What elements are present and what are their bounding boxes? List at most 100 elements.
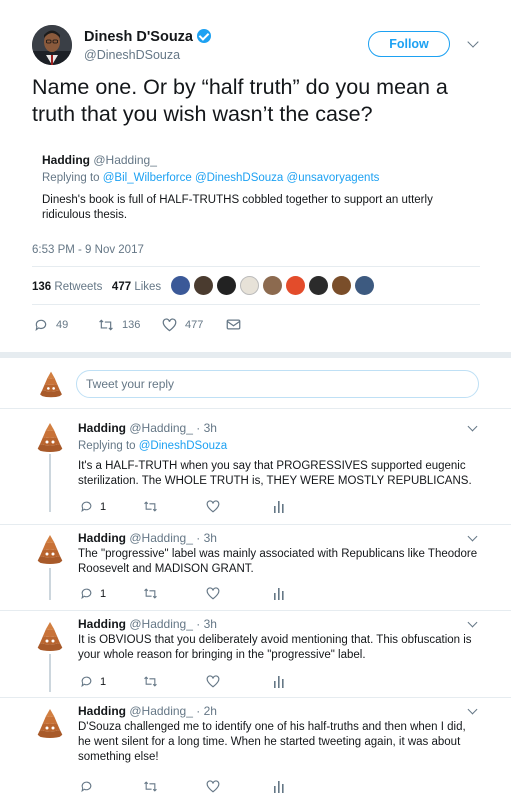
tweet-timestamp[interactable]: 6:53 PM - 9 Nov 2017 bbox=[32, 244, 144, 256]
reply-avatar[interactable] bbox=[33, 532, 67, 566]
author-name[interactable]: Dinesh D'Souza bbox=[84, 29, 211, 45]
replying-to-link[interactable]: @DineshDSouza bbox=[139, 440, 227, 452]
retweet-icon bbox=[99, 319, 113, 331]
reply-time[interactable]: · 3h bbox=[196, 531, 217, 545]
reply-action[interactable]: 1 bbox=[80, 587, 106, 600]
follow-button[interactable]: Follow bbox=[368, 31, 450, 57]
author-handle[interactable]: @DineshDSouza bbox=[84, 48, 180, 62]
reply-author-name[interactable]: Hadding bbox=[78, 704, 126, 718]
pile-icon bbox=[37, 423, 63, 452]
quoted-author-name[interactable]: Hadding bbox=[42, 153, 90, 167]
like-heart-icon[interactable] bbox=[206, 500, 220, 513]
divider bbox=[0, 408, 511, 409]
retweets-label[interactable]: Retweets bbox=[54, 281, 102, 293]
divider bbox=[0, 524, 511, 525]
reply-action[interactable] bbox=[80, 780, 100, 793]
liker-avatar[interactable] bbox=[240, 276, 259, 295]
reply-avatar[interactable] bbox=[33, 420, 67, 454]
reply-time[interactable]: · 2h bbox=[196, 704, 217, 718]
chevron-down-icon[interactable] bbox=[467, 421, 478, 432]
analytics-icon[interactable] bbox=[273, 675, 285, 688]
chevron-down-icon[interactable] bbox=[467, 704, 478, 715]
reply-avatar[interactable] bbox=[33, 706, 67, 740]
tweet-reply-input[interactable] bbox=[76, 370, 479, 398]
divider bbox=[32, 266, 480, 267]
tweet-stats: 136 Retweets 477 Likes bbox=[32, 281, 161, 293]
reply-count: 1 bbox=[100, 587, 107, 600]
chevron-down-icon[interactable] bbox=[467, 531, 478, 542]
like-heart-icon[interactable] bbox=[206, 587, 220, 600]
retweet-count: 136 bbox=[122, 319, 141, 331]
liker-avatar[interactable] bbox=[309, 276, 328, 295]
verified-badge-icon bbox=[197, 29, 211, 43]
reply-time[interactable]: · 3h bbox=[196, 421, 217, 435]
thread-line bbox=[49, 568, 51, 600]
retweet-icon[interactable] bbox=[143, 675, 158, 688]
liker-avatar[interactable] bbox=[286, 276, 305, 295]
reply-text: It is OBVIOUS that you deliberately avoi… bbox=[78, 634, 472, 661]
analytics-icon[interactable] bbox=[273, 587, 285, 600]
reply-avatar[interactable] bbox=[33, 619, 67, 653]
reply-icon bbox=[35, 319, 47, 332]
reply-author-handle[interactable]: @Hadding_ bbox=[129, 704, 193, 718]
pile-icon bbox=[39, 371, 63, 398]
reply-author-handle[interactable]: @Hadding_ bbox=[129, 421, 193, 435]
reply-icon bbox=[81, 588, 92, 600]
quoted-text: Dinesh's book is full of HALF-TRUTHS cob… bbox=[42, 194, 433, 221]
reply-header[interactable]: Hadding @Hadding_ · 3h bbox=[78, 617, 217, 631]
divider bbox=[0, 610, 511, 611]
retweet-icon[interactable] bbox=[143, 500, 158, 513]
reply-author-name[interactable]: Hadding bbox=[78, 617, 126, 631]
reply-replying-to: Replying to @DineshDSouza bbox=[78, 440, 227, 452]
retweet-icon[interactable] bbox=[143, 780, 158, 793]
reply-header[interactable]: Hadding @Hadding_ · 3h bbox=[78, 531, 217, 545]
retweets-count[interactable]: 136 bbox=[32, 281, 51, 293]
reply-text: D'Souza challenged me to identify one of… bbox=[78, 721, 466, 763]
reply-author-handle[interactable]: @Hadding_ bbox=[129, 531, 193, 545]
analytics-icon[interactable] bbox=[273, 500, 285, 513]
quoted-author[interactable]: Hadding @Hadding_ bbox=[42, 153, 157, 167]
author-avatar[interactable] bbox=[32, 25, 72, 65]
liker-avatar[interactable] bbox=[263, 276, 282, 295]
reply-time[interactable]: · 3h bbox=[196, 617, 217, 631]
reply-icon bbox=[81, 501, 92, 513]
liker-avatar[interactable] bbox=[171, 276, 190, 295]
author-name-text[interactable]: Dinesh D'Souza bbox=[84, 29, 193, 45]
current-user-avatar[interactable] bbox=[36, 369, 66, 399]
reply-action[interactable]: 1 bbox=[80, 500, 106, 513]
liker-avatar[interactable] bbox=[355, 276, 374, 295]
replying-to-links[interactable]: @Bil_Wilberforce @DineshDSouza @unsavory… bbox=[103, 172, 380, 184]
quoted-replying-to: Replying to @Bil_Wilberforce @DineshDSou… bbox=[42, 172, 379, 184]
quoted-author-handle[interactable]: @Hadding_ bbox=[93, 153, 157, 167]
liker-avatar[interactable] bbox=[332, 276, 351, 295]
analytics-icon[interactable] bbox=[273, 780, 285, 793]
like-action[interactable]: 477 bbox=[162, 318, 203, 332]
liker-avatar[interactable] bbox=[194, 276, 213, 295]
reply-text: It's a HALF-TRUTH when you say that PROG… bbox=[78, 460, 472, 487]
reply-header[interactable]: Hadding @Hadding_ · 2h bbox=[78, 704, 217, 718]
liker-avatar[interactable] bbox=[217, 276, 236, 295]
direct-message-action[interactable] bbox=[226, 318, 249, 331]
like-heart-icon[interactable] bbox=[206, 675, 220, 688]
chevron-down-icon[interactable] bbox=[467, 617, 478, 628]
like-count: 477 bbox=[185, 319, 204, 331]
reply-count: 1 bbox=[100, 675, 107, 688]
pile-icon bbox=[37, 535, 63, 564]
tweet-text: Name one. Or by “half truth” do you mean… bbox=[32, 75, 448, 126]
reply-count: 49 bbox=[56, 319, 69, 331]
likes-label[interactable]: Likes bbox=[134, 281, 161, 293]
reply-header[interactable]: Hadding @Hadding_ · 3h bbox=[78, 421, 217, 435]
chevron-down-icon[interactable] bbox=[467, 36, 479, 48]
divider bbox=[32, 304, 480, 305]
pile-icon bbox=[37, 622, 63, 651]
reply-author-name[interactable]: Hadding bbox=[78, 531, 126, 545]
retweet-icon[interactable] bbox=[143, 587, 158, 600]
reply-author-name[interactable]: Hadding bbox=[78, 421, 126, 435]
like-heart-icon[interactable] bbox=[206, 780, 220, 793]
retweet-action[interactable]: 136 bbox=[98, 318, 140, 332]
thread-line bbox=[49, 654, 51, 692]
likes-count[interactable]: 477 bbox=[112, 281, 131, 293]
reply-action[interactable]: 49 bbox=[34, 318, 68, 332]
reply-author-handle[interactable]: @Hadding_ bbox=[129, 617, 193, 631]
reply-action[interactable]: 1 bbox=[80, 675, 106, 688]
